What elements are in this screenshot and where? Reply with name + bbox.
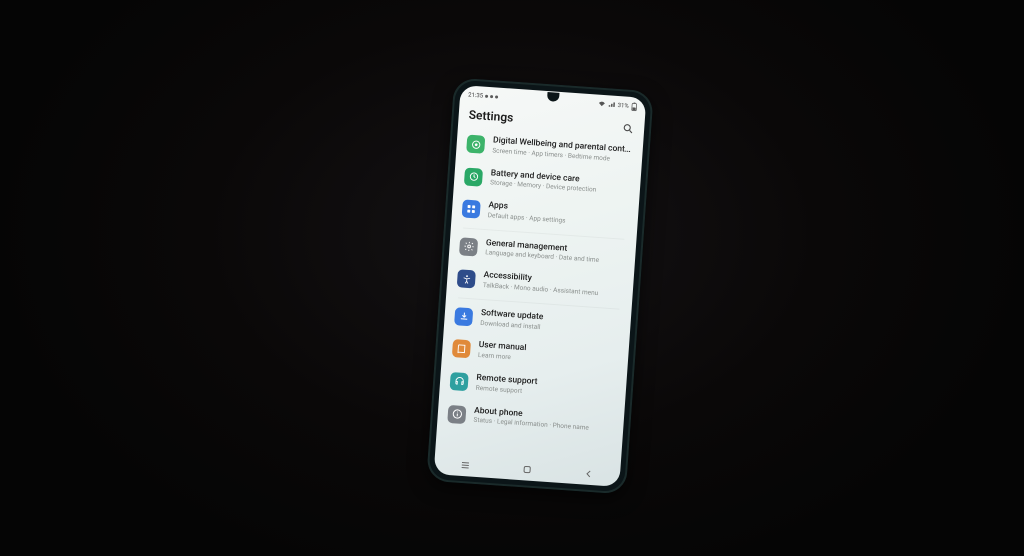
wellbeing-icon xyxy=(466,135,485,154)
book-icon xyxy=(452,339,471,358)
navigation-bar xyxy=(434,452,621,487)
status-notification-dot-icon xyxy=(485,94,488,97)
accessibility-icon xyxy=(457,269,476,288)
download-icon xyxy=(454,307,473,326)
settings-list: Digital Wellbeing and parental controls … xyxy=(437,127,644,442)
headset-icon xyxy=(450,372,469,391)
search-icon[interactable] xyxy=(622,119,635,132)
phone-screen: 21:35 31% xyxy=(434,85,647,487)
phone-frame: 21:35 31% xyxy=(426,78,654,495)
status-notification-dot-icon xyxy=(490,95,493,98)
status-notification-dot-icon xyxy=(495,95,498,98)
general-icon xyxy=(459,237,478,256)
apps-icon xyxy=(462,200,481,219)
home-button[interactable] xyxy=(520,462,535,477)
battery-care-icon xyxy=(464,167,483,186)
status-time: 21:35 xyxy=(468,91,483,99)
recents-button[interactable] xyxy=(458,458,473,473)
wifi-icon xyxy=(598,101,606,108)
info-icon xyxy=(447,404,466,423)
signal-icon xyxy=(607,101,615,108)
back-button[interactable] xyxy=(582,466,597,481)
battery-icon xyxy=(630,101,638,110)
battery-percent: 31% xyxy=(617,101,629,109)
page-title: Settings xyxy=(468,108,514,125)
